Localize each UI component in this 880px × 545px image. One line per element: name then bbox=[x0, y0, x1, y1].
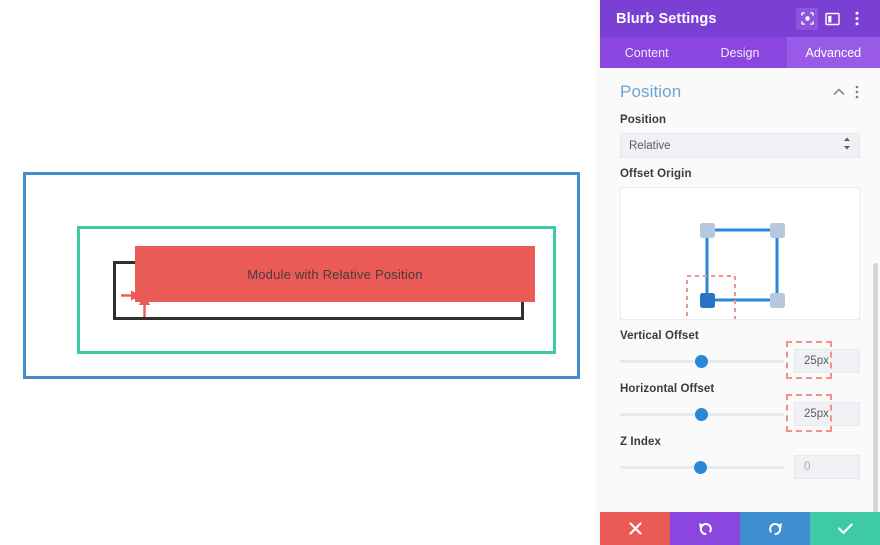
horizontal-offset-input-wrap: 25px bbox=[786, 394, 860, 432]
panel-scrollbar[interactable] bbox=[873, 263, 878, 512]
panel-body: Position Position Relative Offset Origin… bbox=[600, 68, 880, 512]
position-toggle-title: Position bbox=[620, 82, 682, 101]
offset-origin-label: Offset Origin bbox=[620, 168, 692, 180]
undo-button[interactable] bbox=[670, 512, 740, 545]
position-toggle-menu-icon[interactable] bbox=[848, 83, 866, 101]
focus-target-icon[interactable] bbox=[796, 7, 818, 30]
position-field-label: Position bbox=[620, 114, 667, 126]
redo-button[interactable] bbox=[740, 512, 810, 545]
builder-canvas: Module with Relative Position bbox=[0, 0, 600, 545]
tab-advanced[interactable]: Advanced bbox=[786, 37, 880, 68]
horizontal-offset-input[interactable]: 25px bbox=[794, 402, 860, 426]
field-z-index: Z Index 0 bbox=[600, 430, 880, 483]
save-button[interactable] bbox=[810, 512, 880, 545]
position-select-value: Relative bbox=[629, 139, 671, 152]
field-position: Position Relative bbox=[600, 108, 880, 162]
position-toggle-header[interactable]: Position bbox=[600, 68, 880, 108]
blurb-module[interactable]: Module with Relative Position bbox=[135, 246, 535, 302]
cancel-button[interactable] bbox=[600, 512, 670, 545]
field-offset-origin: Offset Origin bbox=[600, 162, 880, 324]
slider-knob[interactable] bbox=[695, 355, 709, 368]
vertical-offset-slider[interactable] bbox=[620, 353, 784, 369]
field-vertical-offset: Vertical Offset 25px bbox=[600, 324, 880, 379]
slider-knob[interactable] bbox=[693, 461, 707, 474]
more-options-icon[interactable] bbox=[846, 8, 868, 30]
field-horizontal-offset: Horizontal Offset 25px bbox=[600, 377, 880, 432]
panel-title: Blurb Settings bbox=[616, 10, 717, 27]
stepper-updown-icon[interactable] bbox=[843, 137, 851, 155]
panel-action-bar bbox=[600, 512, 880, 545]
vertical-offset-input[interactable]: 25px bbox=[794, 349, 860, 373]
settings-panel: Blurb Settings Content Design Advanced P… bbox=[600, 0, 880, 545]
layout-panel-icon[interactable] bbox=[821, 8, 843, 30]
vertical-offset-arrow bbox=[138, 295, 151, 317]
tab-design[interactable]: Design bbox=[693, 37, 786, 68]
module-label: Module with Relative Position bbox=[247, 266, 423, 282]
z-index-label: Z Index bbox=[620, 436, 661, 448]
chevron-up-icon[interactable] bbox=[830, 83, 848, 101]
settings-tabs: Content Design Advanced bbox=[600, 37, 880, 68]
panel-header: Blurb Settings bbox=[600, 0, 880, 37]
z-index-input[interactable]: 0 bbox=[794, 455, 860, 479]
horizontal-offset-slider[interactable] bbox=[620, 406, 784, 422]
z-index-slider[interactable] bbox=[620, 459, 784, 475]
slider-knob[interactable] bbox=[695, 408, 709, 421]
tab-content[interactable]: Content bbox=[600, 37, 693, 68]
position-select[interactable]: Relative bbox=[620, 133, 860, 158]
offset-origin-picker[interactable] bbox=[620, 187, 860, 320]
horizontal-offset-label: Horizontal Offset bbox=[620, 383, 715, 395]
vertical-offset-input-wrap: 25px bbox=[786, 341, 860, 379]
vertical-offset-label: Vertical Offset bbox=[620, 330, 699, 342]
z-index-input-wrap: 0 bbox=[794, 455, 860, 479]
